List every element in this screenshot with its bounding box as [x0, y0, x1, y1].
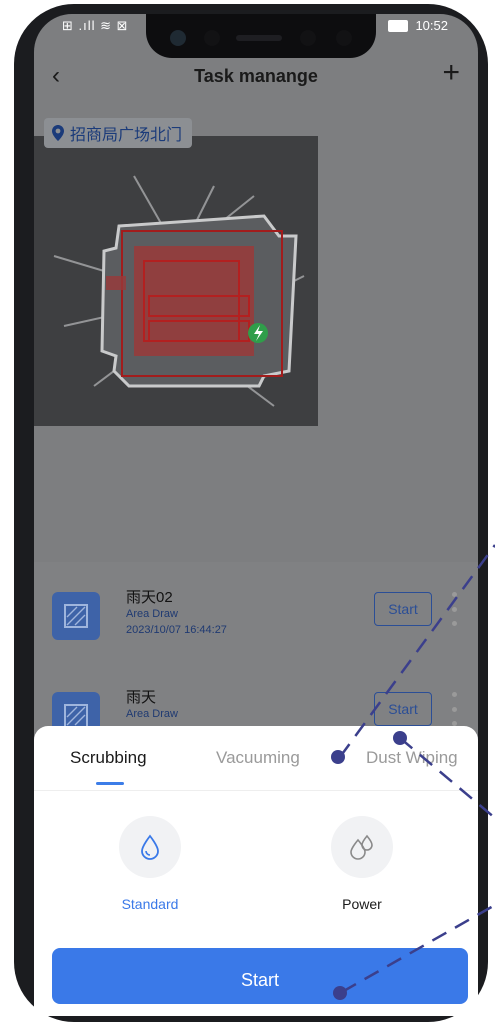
- mode-standard[interactable]: Standard: [90, 816, 210, 912]
- start-cleaning-button[interactable]: Start: [52, 948, 468, 1004]
- water-drops-icon: [331, 816, 393, 878]
- tab-vacuuming[interactable]: Vacuuming: [216, 748, 300, 768]
- mode-power[interactable]: Power: [302, 816, 422, 912]
- more-vertical-icon[interactable]: [452, 692, 458, 726]
- mode-label: Standard: [121, 896, 179, 912]
- plus-icon[interactable]: +: [442, 56, 460, 90]
- task-row[interactable]: 雨天02 Area Draw 2023/10/07 16:44:27 Start: [34, 582, 478, 652]
- task-name: 雨天02: [126, 589, 173, 606]
- active-tab-indicator: [96, 782, 124, 785]
- page-title: Task manange: [194, 66, 318, 86]
- task-date: 2023/10/07 16:44:27: [126, 624, 227, 636]
- location-tag[interactable]: 招商局广场北门: [44, 118, 193, 148]
- tab-scrubbing[interactable]: Scrubbing: [70, 748, 147, 768]
- location-pin-icon: [52, 125, 64, 141]
- area-draw-icon: [52, 592, 100, 640]
- clean-mode-sheet: Scrubbing Vacuuming Dust Wiping Standard…: [34, 726, 478, 1016]
- map-canvas: [53, 175, 305, 407]
- battery-icon: [388, 20, 408, 32]
- task-type: Area Draw: [126, 608, 178, 620]
- task-type: Area Draw: [126, 708, 178, 720]
- task-name: 雨天: [126, 689, 157, 706]
- status-bar: ⊞ .ıll ≋ ⊠ 10:52: [34, 14, 478, 44]
- more-vertical-icon[interactable]: [452, 592, 458, 626]
- cleaning-map[interactable]: [34, 136, 318, 426]
- status-time: 10:52: [415, 18, 448, 33]
- tab-dust-wiping[interactable]: Dust Wiping: [366, 748, 458, 768]
- top-nav: ‹ Task manange +: [34, 56, 478, 96]
- task-start-button[interactable]: Start: [374, 592, 432, 626]
- task-start-button[interactable]: Start: [374, 692, 432, 726]
- mode-tabs: Scrubbing Vacuuming Dust Wiping: [34, 726, 478, 791]
- task-list: 雨天02 Area Draw 2023/10/07 16:44:27 Start…: [34, 562, 478, 740]
- signal-icons: ⊞ .ıll ≋ ⊠: [62, 18, 129, 33]
- water-drop-icon: [119, 816, 181, 878]
- mode-label: Power: [342, 896, 382, 912]
- location-label: 招商局广场北门: [70, 127, 183, 144]
